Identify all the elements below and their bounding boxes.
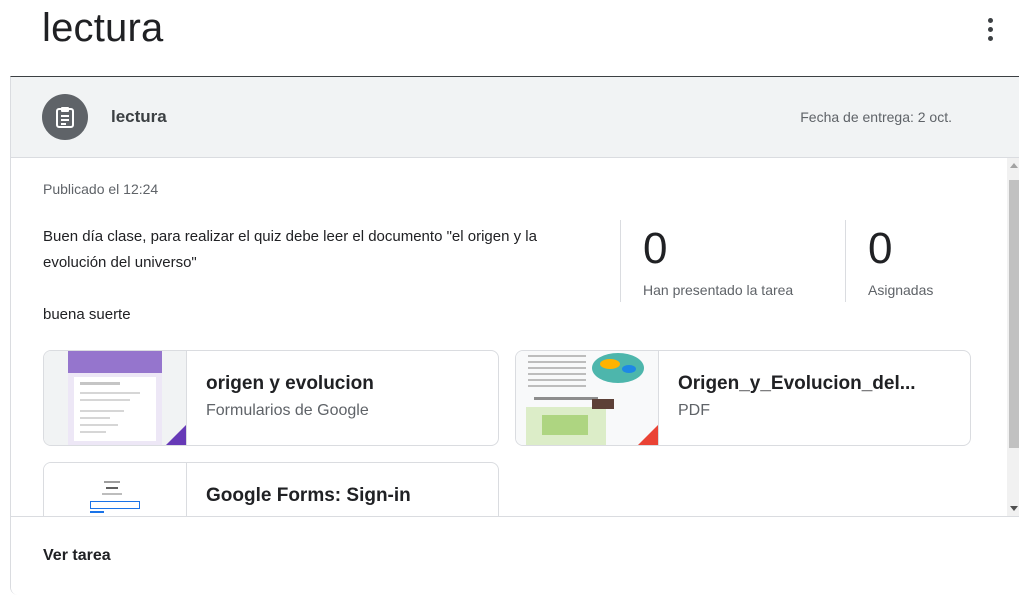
- assignment-closing: buena suerte: [43, 306, 131, 323]
- assignment-title: lectura: [111, 107, 167, 126]
- attachment-link[interactable]: Google Forms: Sign-in: [43, 462, 499, 516]
- assignment-icon: [42, 94, 88, 140]
- attachment-title: Origen_y_Evolucion_del...: [678, 373, 916, 394]
- view-assignment-button[interactable]: Ver tarea: [43, 547, 111, 565]
- attachment-title: Google Forms: Sign-in: [206, 485, 411, 506]
- scroll-thumb[interactable]: [1009, 180, 1019, 448]
- attachment-form[interactable]: origen y evolucion Formularios de Google: [43, 350, 499, 446]
- due-date: Fecha de entrega: 2 oct.: [800, 109, 952, 125]
- scrollbar[interactable]: [1007, 158, 1019, 516]
- posted-time: Publicado el 12:24: [43, 181, 159, 197]
- scroll-down-icon[interactable]: [1010, 506, 1018, 511]
- page-title: lectura: [42, 6, 164, 50]
- stat-assigned-count: 0: [868, 224, 893, 273]
- stat-turned-in-label: Han presentado la tarea: [643, 282, 794, 298]
- attachment-type: PDF: [678, 402, 710, 419]
- scroll-up-icon[interactable]: [1010, 163, 1018, 168]
- stat-assigned-label: Asignadas: [868, 282, 934, 298]
- stat-turned-in[interactable]: 0 Han presentado la tarea: [620, 220, 843, 302]
- attachment-type: Formularios de Google: [206, 402, 369, 419]
- pdf-icon: [638, 425, 658, 445]
- google-forms-icon: [166, 425, 186, 445]
- assignment-card: lectura Fecha de entrega: 2 oct. Publica…: [10, 76, 1019, 595]
- assignment-body: Publicado el 12:24 Buen día clase, para …: [11, 158, 1019, 516]
- stat-assigned[interactable]: 0 Asignadas: [845, 220, 976, 302]
- attachment-title: origen y evolucion: [206, 373, 374, 394]
- more-options-icon[interactable]: [978, 14, 1002, 44]
- stat-turned-in-count: 0: [643, 224, 668, 273]
- assignment-description: Buen día clase, para realizar el quiz de…: [43, 228, 537, 271]
- link-thumbnail: [44, 463, 187, 516]
- card-footer: Ver tarea: [11, 516, 1019, 595]
- assignment-header[interactable]: lectura Fecha de entrega: 2 oct.: [11, 77, 1019, 158]
- attachment-pdf[interactable]: Origen_y_Evolucion_del... PDF: [515, 350, 971, 446]
- form-thumbnail: [44, 351, 187, 445]
- pdf-thumbnail: [516, 351, 659, 445]
